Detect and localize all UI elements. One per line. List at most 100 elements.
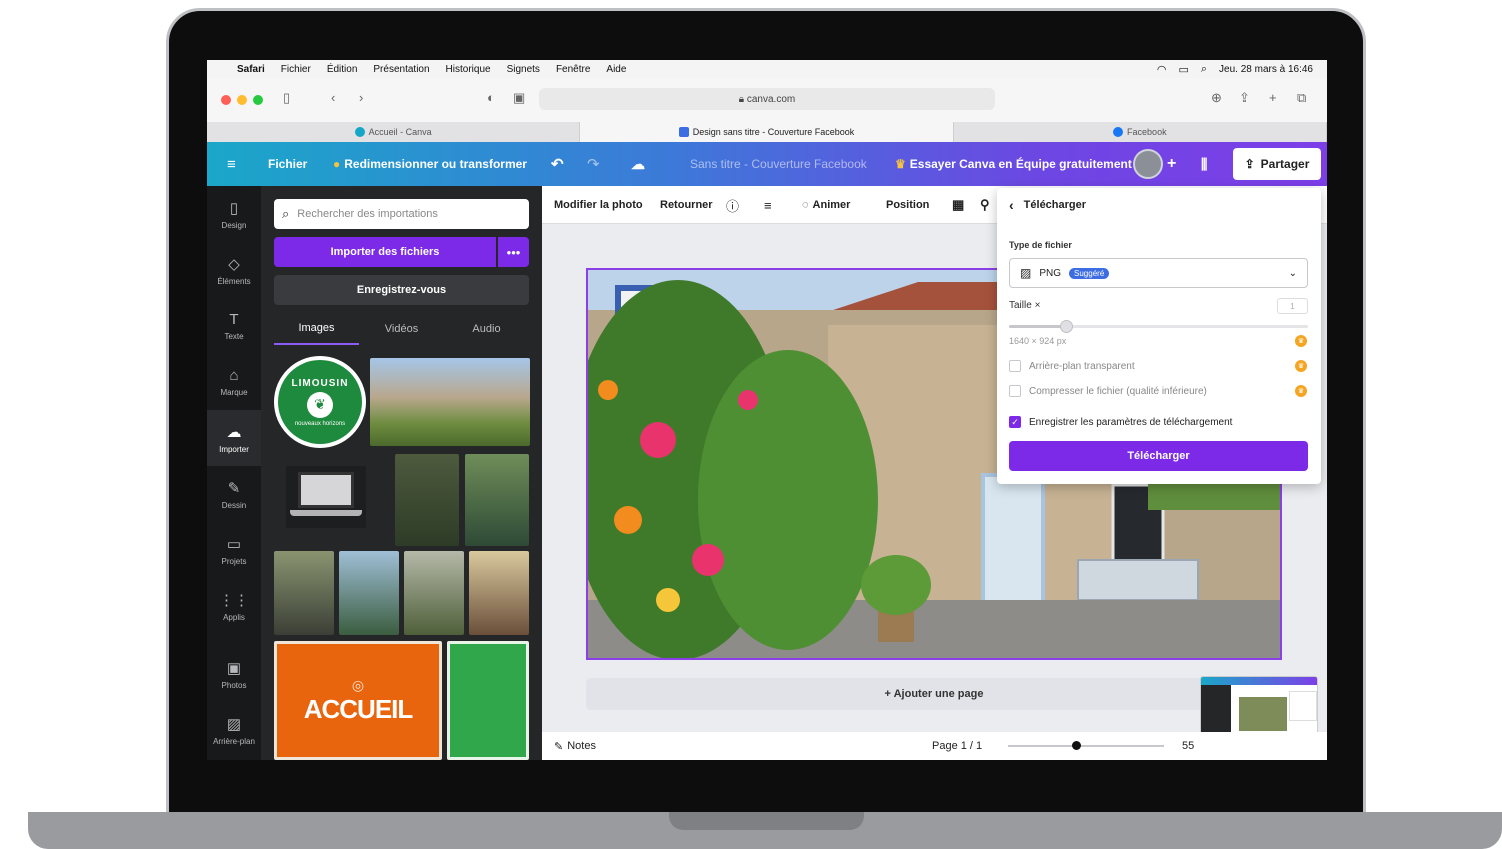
download-icon[interactable]: ⊕ [1211,90,1222,106]
menu-fichier[interactable]: Fichier [281,64,311,75]
save-settings-checkbox[interactable]: ✓ [1009,416,1021,428]
photo-icon: ▣ [226,659,242,677]
align-icon[interactable]: ≡ [764,186,772,224]
sidebar-toggle-icon[interactable]: ▯ [283,90,290,106]
rail-design[interactable]: ▯ Design [207,186,261,242]
rail-photos[interactable]: ▣ Photos [207,646,261,702]
promo-thumbnail-3[interactable] [274,551,334,635]
battery-icon[interactable]: ▭ [1178,63,1188,76]
tab-facebook[interactable]: Facebook [954,122,1327,142]
share-button[interactable]: ⇪ Partager [1233,148,1321,180]
notes-button[interactable]: ✎ Notes [554,732,596,760]
more-options-button[interactable]: ••• [498,237,529,267]
zoom-value[interactable]: 55 [1182,732,1194,760]
compress-option[interactable]: Compresser le fichier (qualité inférieur… [1009,383,1207,399]
download-title: Télécharger [1023,199,1087,211]
save-settings-label: Enregistrer les paramètres de télécharge… [1029,416,1233,428]
zoom-window-icon[interactable] [253,95,263,105]
menu-presentation[interactable]: Présentation [373,64,429,75]
reader-icon[interactable]: ▣ [513,90,525,106]
register-button[interactable]: Enregistrez-vous [274,275,529,305]
rail-projects[interactable]: ▭ Projets [207,522,261,578]
menubar-clock[interactable]: Jeu. 28 mars à 16:46 [1219,64,1313,75]
save-settings-option[interactable]: ✓ Enregistrer les paramètres de téléchar… [1009,414,1232,430]
redo-icon[interactable]: ↷ [587,142,600,186]
promo-thumbnail-2[interactable] [465,454,529,546]
address-bar[interactable]: 🔒︎ canva.com [539,88,995,110]
menu-fenetre[interactable]: Fenêtre [556,64,590,75]
undo-icon[interactable]: ↶ [551,142,564,186]
rail-apps[interactable]: ⋮⋮ Applis [207,578,261,634]
add-page-button[interactable]: + Ajouter une page [586,678,1282,710]
menu-historique[interactable]: Historique [446,64,491,75]
hamburger-icon[interactable]: ≡ [227,142,236,186]
paint-format-icon[interactable]: ⚲ [980,186,990,224]
close-window-icon[interactable] [221,95,231,105]
file-menu[interactable]: Fichier [268,142,307,186]
house-photo-thumbnail[interactable] [370,358,530,446]
promo-thumbnail-5[interactable] [404,551,464,635]
zoom-slider-handle[interactable] [1072,741,1081,750]
edit-photo-button[interactable]: Modifier la photo [554,186,643,224]
accueil-text: ACCUEIL [303,693,414,724]
rail-draw[interactable]: ✎ Dessin [207,466,261,522]
search-icon[interactable]: ⌕ [1201,63,1207,76]
size-label: Taille × [1009,300,1041,311]
animate-button[interactable]: ◌ Animer [802,186,850,224]
wifi-icon[interactable]: ◠ [1157,63,1167,76]
transparency-icon[interactable]: ▦ [952,186,964,224]
zoom-slider[interactable] [1008,745,1164,747]
import-files-button[interactable]: Importer des fichiers [274,237,496,267]
file-type-select[interactable]: ▨ PNG Suggéré ⌄ [1009,258,1308,288]
search-input[interactable]: ⌕ Rechercher des importations [274,199,529,229]
size-slider-handle[interactable] [1060,320,1073,333]
download-panel: ‹ Télécharger Type de fichier ▨ PNG Sugg… [997,188,1321,484]
compress-checkbox[interactable] [1009,385,1021,397]
promo-thumbnail-4[interactable] [339,551,399,635]
tabs-overview-icon[interactable]: ⧉ [1297,90,1306,106]
flip-button[interactable]: Retourner [660,186,713,224]
document-title[interactable]: Sans titre - Couverture Facebook [690,142,867,186]
accueil-thumbnail[interactable]: ◎ ACCUEIL [274,641,442,760]
promo-thumbnail-6[interactable] [469,551,529,635]
rail-brand[interactable]: ⌂ Marque [207,354,261,410]
page-indicator[interactable]: Page 1 / 1 [932,732,982,760]
forward-icon[interactable]: › [359,90,363,105]
tab-images[interactable]: Images [274,313,359,345]
tab-accueil[interactable]: Accueil - Canva [207,122,581,142]
position-button[interactable]: Position [886,186,929,224]
menu-edition[interactable]: Édition [327,64,358,75]
resize-button[interactable]: ● Redimensionner ou transformer [333,142,527,186]
minimize-window-icon[interactable] [237,95,247,105]
add-member-icon[interactable]: + [1167,142,1176,186]
avatar[interactable] [1133,142,1163,186]
privacy-shield-icon[interactable]: ◐ [487,90,495,105]
rail-uploads[interactable]: ☁ Importer [207,410,261,466]
download-button[interactable]: Télécharger [1009,441,1308,471]
tab-videos[interactable]: Vidéos [359,313,444,345]
tab-design[interactable]: Design sans titre - Couverture Facebook [580,122,954,142]
menu-safari[interactable]: Safari [237,64,265,75]
analytics-icon[interactable]: ⫼ [1201,142,1207,186]
transparent-bg-option[interactable]: Arrière-plan transparent [1009,358,1135,374]
info-icon[interactable]: ⓘ [726,186,739,224]
new-tab-icon[interactable]: + [1269,90,1277,105]
rail-text[interactable]: T Texte [207,298,261,354]
back-icon[interactable]: ‹ [331,90,335,105]
promo-thumbnail-1[interactable] [395,454,459,546]
size-input[interactable]: 1 [1277,298,1308,314]
transparent-bg-checkbox[interactable] [1009,360,1021,372]
cloud-save-icon[interactable]: ☁ [631,142,645,186]
rail-elements[interactable]: ◇ Éléments [207,242,261,298]
rail-background[interactable]: ▨ Arrière-plan [207,702,261,758]
tab-audio[interactable]: Audio [444,313,529,345]
limousin-logo-thumbnail[interactable]: LIMOUSIN ❦ nouveaux horizons [274,356,366,448]
text-icon: T [229,311,239,328]
back-icon[interactable]: ‹ [1009,197,1014,213]
menu-aide[interactable]: Aide [606,64,626,75]
share-icon[interactable]: ⇪ [1239,90,1250,106]
team-trial-button[interactable]: ♛ Essayer Canva en Équipe gratuitement [895,142,1132,186]
menu-signets[interactable]: Signets [507,64,540,75]
laptop-mockup-thumbnail[interactable] [286,466,366,528]
frog-poster-thumbnail[interactable] [447,641,529,760]
